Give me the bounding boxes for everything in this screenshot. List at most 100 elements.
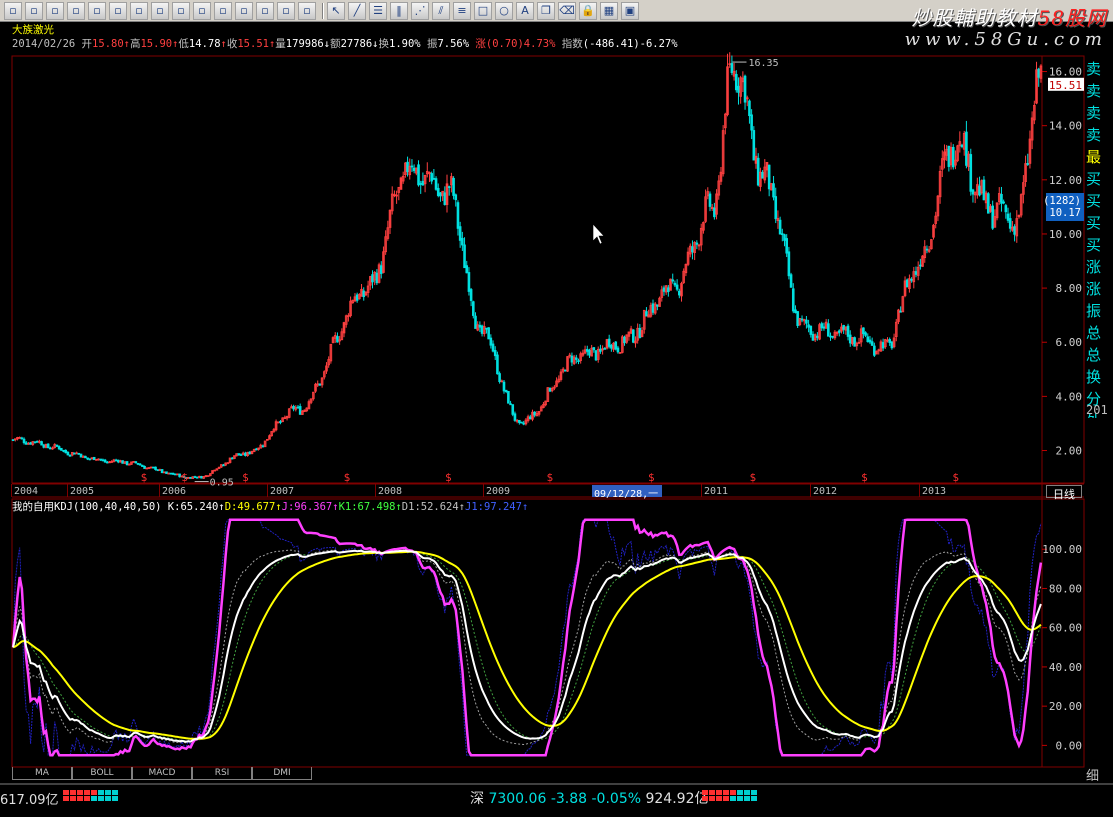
date-label: 2006 xyxy=(162,486,187,497)
candle xyxy=(408,158,412,180)
candle xyxy=(461,231,464,251)
chart-annotations: 16.35 0.95 $ $ $ $ $ $ $ $ $ $ xyxy=(141,58,959,489)
candle xyxy=(978,176,981,197)
tab-rsi[interactable]: RSI xyxy=(192,767,252,780)
candle xyxy=(862,327,865,339)
candle xyxy=(485,327,488,334)
quote-panel-item: 总 xyxy=(1086,346,1102,364)
candle xyxy=(954,150,957,170)
candle xyxy=(921,255,924,267)
period-button[interactable]: 日线 xyxy=(1046,485,1082,501)
candle xyxy=(29,441,32,445)
candle xyxy=(667,285,670,297)
cursor-price-label: (1282) xyxy=(1043,195,1081,207)
candle xyxy=(925,245,929,254)
tab-dmi[interactable]: DMI xyxy=(252,767,312,780)
candle xyxy=(734,70,738,93)
k1-line xyxy=(12,549,1042,746)
candle xyxy=(353,293,357,302)
candle xyxy=(927,246,931,254)
candle xyxy=(66,451,70,456)
candle xyxy=(934,211,938,229)
candle xyxy=(704,189,707,224)
candle xyxy=(331,336,335,344)
candle xyxy=(520,421,523,424)
candle xyxy=(445,174,449,213)
candle xyxy=(320,377,324,388)
quote-panel-item: 涨 xyxy=(1086,280,1102,298)
candle xyxy=(671,273,675,284)
candle xyxy=(27,442,30,445)
candle xyxy=(502,379,506,394)
candle xyxy=(987,192,990,214)
candle xyxy=(623,335,626,346)
candle xyxy=(373,271,376,286)
candle xyxy=(237,453,241,456)
candle xyxy=(110,460,114,463)
tab-ma[interactable]: MA xyxy=(12,767,72,780)
candle xyxy=(112,458,116,463)
candle xyxy=(995,202,999,221)
candle xyxy=(338,335,341,345)
candle xyxy=(35,440,39,443)
candle xyxy=(504,389,508,394)
candle xyxy=(642,309,646,334)
candle xyxy=(868,335,872,345)
candle xyxy=(123,461,127,464)
tab-boll[interactable]: BOLL xyxy=(72,767,132,780)
candle xyxy=(441,190,444,202)
candle xyxy=(64,449,67,454)
candle xyxy=(202,476,206,480)
candle xyxy=(134,461,138,464)
candle xyxy=(732,62,736,81)
candle xyxy=(625,334,629,344)
candle xyxy=(638,324,642,339)
d-label: D: xyxy=(224,501,238,513)
candle xyxy=(754,147,758,169)
tab-macd[interactable]: MACD xyxy=(132,767,192,780)
price-tick-label: 6.00 xyxy=(1056,336,1083,349)
candle xyxy=(601,345,604,355)
candle xyxy=(70,452,74,457)
candle xyxy=(835,330,839,337)
candle xyxy=(875,350,878,355)
status-bar: 617.09亿 深 7300.06 -3.88 -0.05% 924.92亿 xyxy=(0,783,1113,817)
candle xyxy=(699,223,703,252)
date-tick xyxy=(11,484,12,497)
candle xyxy=(546,387,550,402)
candle xyxy=(936,194,940,222)
candle xyxy=(770,183,773,191)
candle xyxy=(456,200,460,236)
candle xyxy=(548,387,552,392)
candle xyxy=(347,313,350,322)
candle xyxy=(336,332,339,343)
candle xyxy=(765,161,769,178)
candle xyxy=(500,379,504,383)
candle xyxy=(384,230,387,255)
indicator-pane-frame xyxy=(11,498,1085,768)
candle xyxy=(31,441,35,446)
candle xyxy=(612,342,615,352)
candle xyxy=(163,471,166,474)
quote-panel-item: 总 xyxy=(1086,324,1102,342)
candle xyxy=(303,409,306,413)
candle xyxy=(596,346,600,363)
date-tick xyxy=(375,484,376,497)
detail-button[interactable]: 细 xyxy=(1086,765,1099,784)
candle xyxy=(101,458,105,462)
candle xyxy=(518,419,521,425)
candle xyxy=(759,167,762,192)
candle xyxy=(956,144,959,163)
candle xyxy=(557,375,561,384)
candle xyxy=(802,318,806,326)
candle xyxy=(535,410,539,417)
candle xyxy=(68,454,72,457)
candle xyxy=(106,460,109,464)
candle xyxy=(125,461,129,466)
candle xyxy=(973,191,977,204)
candle xyxy=(831,335,835,339)
candle xyxy=(588,348,591,358)
quote-panel-item: 卖 xyxy=(1086,104,1102,122)
candle xyxy=(653,301,657,315)
chart-canvas[interactable]: 16.00 14.00 12.00 10.00 8.00 6.00 4.00 2.00 15.5… xyxy=(0,0,1113,783)
